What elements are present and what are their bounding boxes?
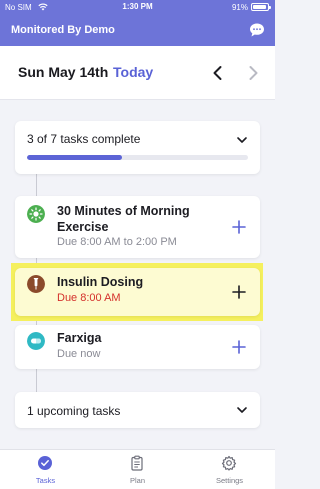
status-bar: No SIM 1:30 PM 91% <box>0 0 275 14</box>
battery-icon <box>251 3 271 11</box>
chevron-down-icon[interactable] <box>236 404 248 416</box>
add-icon[interactable] <box>232 340 246 354</box>
current-date: Sun May 14th <box>18 64 109 80</box>
task-due: Due now <box>57 348 101 360</box>
clipboard-icon <box>131 455 143 471</box>
add-icon[interactable] <box>232 285 246 299</box>
chevron-down-icon[interactable] <box>236 134 248 146</box>
tab-label: Settings <box>215 476 244 485</box>
previous-day-chevron-icon[interactable] <box>208 63 228 83</box>
next-day-chevron-icon[interactable] <box>243 63 263 83</box>
progress-bar <box>27 155 248 160</box>
chat-bubble-icon[interactable] <box>249 22 265 38</box>
task-card-insulin[interactable]: Insulin Dosing Due 8:00 AM <box>15 268 260 316</box>
tab-label: Plan <box>129 476 145 485</box>
check-circle-icon <box>38 456 52 470</box>
task-name: 30 Minutes of Morning Exercise <box>57 204 190 234</box>
task-name: Insulin Dosing <box>57 275 144 289</box>
progress-bar-fill <box>27 155 123 160</box>
task-due-overdue: Due 8:00 AM <box>57 292 121 304</box>
add-icon[interactable] <box>232 220 246 234</box>
task-card-farxiga[interactable]: Farxiga Due now <box>15 325 260 369</box>
gear-icon <box>221 455 237 471</box>
progress-text: 3 of 7 tasks complete <box>27 132 141 146</box>
upcoming-tasks-text: 1 upcoming tasks <box>27 404 121 418</box>
insulin-pen-icon <box>27 275 45 293</box>
tab-bar: Tasks Plan Settings <box>0 449 275 489</box>
pill-icon <box>27 332 45 350</box>
task-name: Farxiga <box>57 331 102 345</box>
tab-plan[interactable]: Plan <box>92 450 183 489</box>
header-title: Monitored By Demo <box>11 24 115 36</box>
battery-percent: 91% <box>231 3 248 12</box>
date-navigation: Sun May 14th Today <box>0 46 275 100</box>
task-due: Due 8:00 AM to 2:00 PM <box>57 236 177 248</box>
top-bar: No SIM 1:30 PM 91% Monitored By Demo <box>0 0 275 46</box>
tab-label: Tasks <box>35 476 56 485</box>
upcoming-tasks-card[interactable]: 1 upcoming tasks <box>15 392 260 428</box>
sun-icon <box>27 205 45 223</box>
today-button[interactable]: Today <box>113 64 153 80</box>
progress-card[interactable]: 3 of 7 tasks complete <box>15 121 260 174</box>
tab-tasks[interactable]: Tasks <box>0 450 91 489</box>
tab-settings[interactable]: Settings <box>184 450 275 489</box>
task-card-exercise[interactable]: 30 Minutes of Morning Exercise Due 8:00 … <box>15 196 260 258</box>
